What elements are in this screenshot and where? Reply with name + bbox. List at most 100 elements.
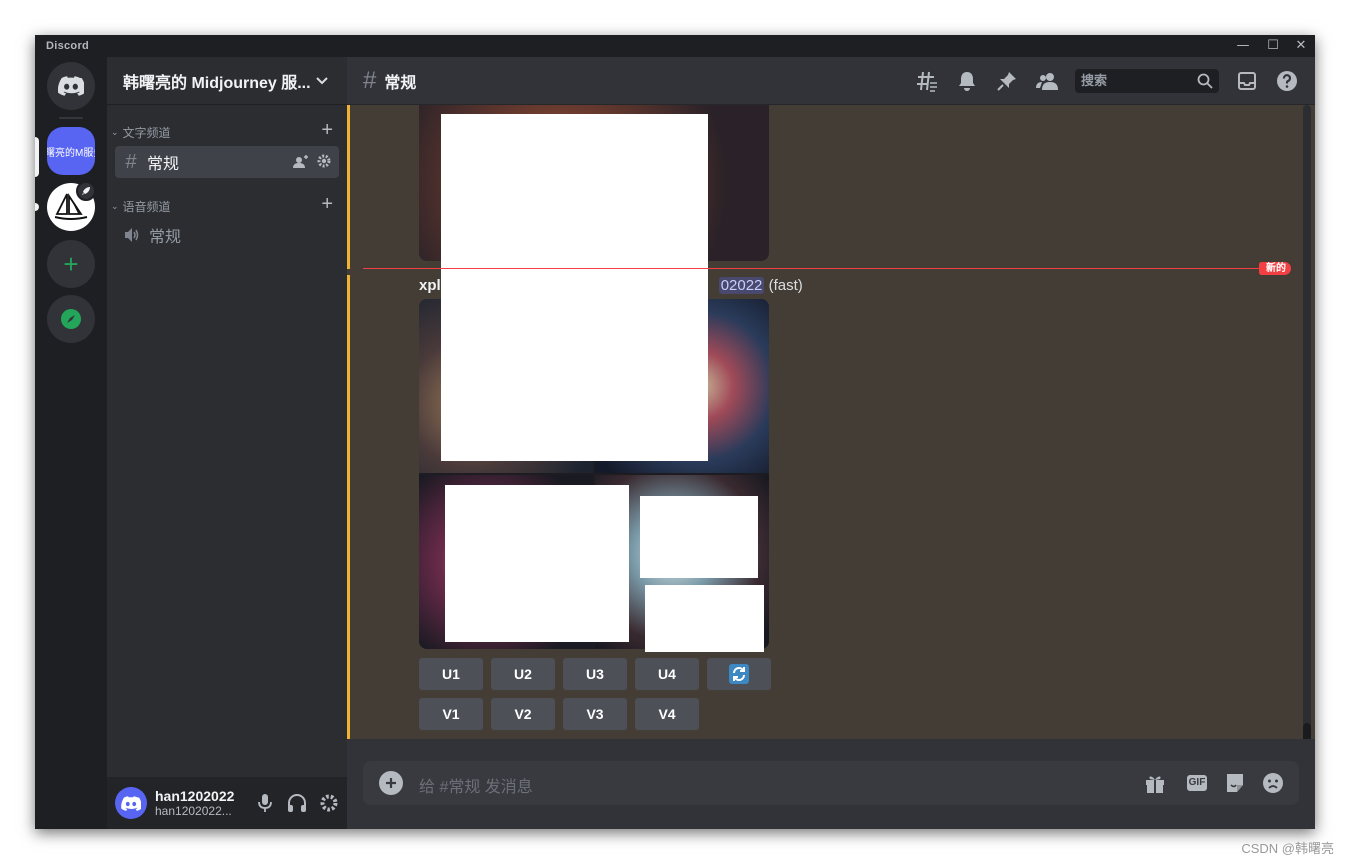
message-suffix: (fast) [764,277,803,294]
server-list: 曙亮的M服务 + [35,57,107,829]
scrollbar-thumb[interactable] [1303,723,1311,739]
redacted-overlay [445,485,629,642]
user-display-name: han1202022 [155,788,235,804]
server-abbrev: 曙亮的M服务 [47,147,95,159]
hash-icon: # [363,66,377,94]
gif-icon: GIF [1186,775,1208,791]
plus-icon [386,778,396,788]
help-icon [1277,71,1297,91]
bell-icon [959,72,975,91]
scrollbar[interactable] [1301,105,1311,739]
category-voice-label: 语音频道 [122,199,171,214]
compass-icon [61,309,81,329]
upscale-button-3[interactable]: U3 [563,658,627,690]
category-voice[interactable]: ⌄ 语音频道 + [111,193,343,215]
notification-button[interactable] [955,69,979,93]
add-channel-button[interactable]: + [321,119,333,142]
headphones-icon [288,794,306,812]
channel-sidebar: 韩曙亮的 Midjourney 服... ⌄ 文字频道 + # 常规 ⌄ 语音频… [107,57,347,829]
gear-icon[interactable] [317,154,331,168]
guild-header[interactable]: 韩曙亮的 Midjourney 服... [107,57,347,105]
home-button[interactable] [47,62,95,110]
upscale-button-1[interactable]: U1 [419,658,483,690]
server-separator [59,117,83,119]
variation-button-1[interactable]: V1 [419,698,483,730]
discord-logo-icon [58,76,84,96]
server-icon-active[interactable]: 曙亮的M服务 [47,127,95,175]
members-icon [1036,73,1058,90]
upscale-button-2[interactable]: U2 [491,658,555,690]
upscale-button-4[interactable]: U4 [635,658,699,690]
redacted-overlay [441,299,708,461]
inbox-button[interactable] [1235,69,1259,93]
pinned-messages-button[interactable] [995,69,1019,93]
close-button[interactable]: ✕ [1287,36,1315,56]
new-messages-badge: 新的 [1259,262,1291,275]
message-author[interactable]: xpl [419,277,441,294]
voice-channel-label: 常规 [149,229,182,246]
new-messages-divider: 新的 [363,262,1291,275]
discord-window: Discord — ☐ ✕ 曙亮的M服务 + 韩曙亮的 Midjourney 服… [35,35,1315,829]
app-title: Discord [46,40,90,52]
search-input[interactable]: 搜索 [1075,69,1219,93]
add-voice-channel-button[interactable]: + [321,193,333,216]
user-info[interactable]: han1202022 han1202022... [155,788,235,818]
category-collapse-icon: ⌄ [111,126,119,137]
message-composer[interactable]: 给 #常规 发消息 GIF [363,761,1299,805]
help-button[interactable] [1275,69,1299,93]
attach-button[interactable] [379,771,403,795]
title-bar: Discord — ☐ ✕ [35,35,1315,57]
emoji-icon [1263,773,1283,793]
threads-icon [917,71,937,92]
add-server-button[interactable]: + [47,240,95,288]
hash-icon: # [125,150,137,173]
invite-icon[interactable] [293,154,309,170]
mention-highlight-bar [347,275,350,739]
minimize-button[interactable]: — [1229,36,1257,56]
user-panel: han1202022 han1202022... [107,777,347,829]
chevron-down-icon [316,77,328,85]
maximize-button[interactable]: ☐ [1259,36,1287,56]
watermark: CSDN @韩曙亮 [1241,841,1334,856]
avatar[interactable] [115,787,147,819]
discord-logo-icon [121,795,141,811]
variation-button-4[interactable]: V4 [635,698,699,730]
variation-button-2[interactable]: V2 [491,698,555,730]
search-placeholder: 搜索 [1081,73,1108,88]
inbox-icon [1238,72,1256,90]
mute-button[interactable] [253,789,277,817]
variation-button-3[interactable]: V3 [563,698,627,730]
deafen-button[interactable] [285,789,309,817]
channel-text-general[interactable]: # 常规 [115,146,339,178]
message-header: xpl 02022 (fast) [419,277,803,294]
threads-button[interactable] [915,69,939,93]
user-mention[interactable]: 02022 [718,277,765,294]
channel-header: # 常规 搜索 [347,57,1315,105]
message-list[interactable]: 新的 xpl 02022 (fast) U1 U2 U3 U4 V1 V2 V3… [347,105,1315,739]
speaker-icon [125,228,139,242]
emoji-button[interactable] [1261,771,1285,795]
search-icon [1197,73,1213,89]
gift-button[interactable] [1143,771,1167,795]
channel-voice-general[interactable]: 常规 [115,219,339,251]
refresh-icon [729,664,749,684]
user-settings-button[interactable] [317,789,341,817]
user-username: han1202022... [155,804,232,818]
category-text[interactable]: ⌄ 文字频道 + [111,119,343,141]
rocket-icon [76,181,96,201]
chat-area: # 常规 搜索 新的 xpl 02022 (fast) U1 U2 U3 U4 … [347,57,1315,829]
message-input[interactable]: 给 #常规 发消息 [419,773,533,797]
microphone-icon [258,794,272,812]
channel-label: 常规 [147,156,180,173]
member-list-button[interactable] [1035,69,1059,93]
explore-button[interactable] [47,295,95,343]
guild-name: 韩曙亮的 Midjourney 服... [123,74,311,92]
mention-highlight-bar [347,105,350,269]
sticker-button[interactable] [1223,771,1247,795]
unread-indicator [35,203,39,211]
reroll-button[interactable] [707,658,771,690]
sticker-icon [1227,774,1243,792]
gif-button[interactable]: GIF [1183,771,1211,795]
gift-icon [1146,776,1164,793]
category-text-label: 文字频道 [122,125,171,140]
